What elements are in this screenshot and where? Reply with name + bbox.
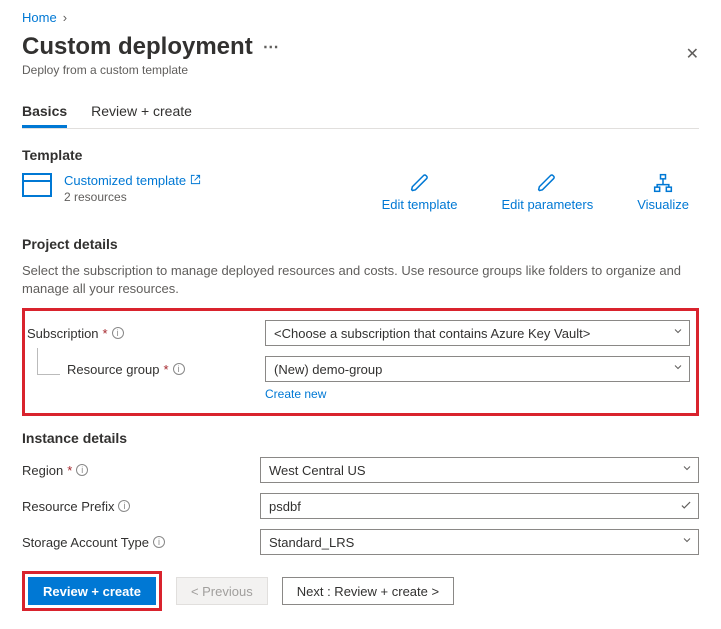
page-title: Custom deployment [22,33,253,61]
project-details-description: Select the subscription to manage deploy… [22,262,699,298]
create-new-link[interactable]: Create new [265,387,690,401]
visualize-button[interactable]: Visualize [637,173,689,212]
previous-button: < Previous [176,577,268,605]
resource-prefix-label: Resource Prefix [22,499,114,514]
storage-type-select[interactable]: Standard_LRS [260,529,699,555]
template-icon [22,173,52,197]
storage-type-label: Storage Account Type [22,535,149,550]
pencil-icon [410,173,430,193]
visualize-label: Visualize [637,197,689,212]
chevron-right-icon: › [63,10,67,25]
resources-count: 2 resources [64,190,201,204]
edit-template-button[interactable]: Edit template [382,173,458,212]
pencil-icon [537,173,557,193]
tab-review-create[interactable]: Review + create [91,103,192,128]
instance-details-label: Instance details [22,430,699,446]
next-button[interactable]: Next : Review + create > [282,577,454,605]
edit-template-label: Edit template [382,197,458,212]
tab-basics[interactable]: Basics [22,103,67,128]
required-icon: * [164,362,169,377]
info-icon[interactable]: i [153,536,165,548]
resource-group-select[interactable]: (New) demo-group [265,356,690,382]
project-details-label: Project details [22,236,699,252]
breadcrumb-home[interactable]: Home [22,10,57,25]
external-link-icon [190,173,201,188]
region-select[interactable]: West Central US [260,457,699,483]
resource-prefix-input[interactable]: psdbf [260,493,699,519]
required-icon: * [103,326,108,341]
close-button[interactable]: ✕ [686,44,699,64]
review-create-button[interactable]: Review + create [28,577,156,605]
resource-group-label: Resource group [67,362,160,377]
more-menu-button[interactable]: ⋯ [263,37,280,57]
info-icon[interactable]: i [173,363,185,375]
subscription-label: Subscription [27,326,99,341]
required-icon: * [67,463,72,478]
info-icon[interactable]: i [112,327,124,339]
subscription-select[interactable]: <Choose a subscription that contains Azu… [265,320,690,346]
highlighted-button-region: Review + create [22,571,162,611]
info-icon[interactable]: i [118,500,130,512]
hierarchy-icon [653,173,673,193]
edit-parameters-label: Edit parameters [501,197,593,212]
page-subtitle: Deploy from a custom template [22,63,699,77]
region-label: Region [22,463,63,478]
template-link[interactable]: Customized template [64,173,201,188]
info-icon[interactable]: i [76,464,88,476]
highlighted-region: Subscription * i <Choose a subscription … [22,308,699,416]
template-section-label: Template [22,147,699,163]
edit-parameters-button[interactable]: Edit parameters [501,173,593,212]
template-link-label: Customized template [64,173,186,188]
